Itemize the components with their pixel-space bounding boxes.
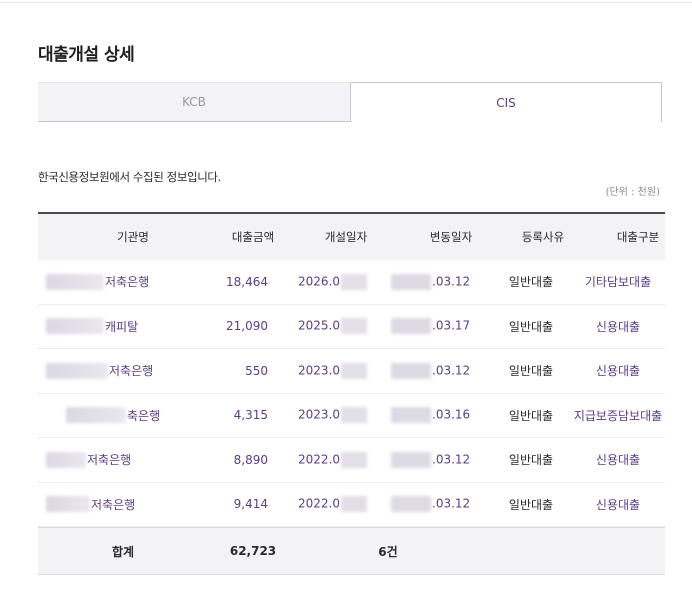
- open-date-text: 2022.0: [298, 496, 340, 511]
- cell-loan-type: 신용대출: [595, 453, 641, 468]
- header-loan-type: 대출구분: [616, 230, 660, 244]
- cell-open-date: 2022.0: [298, 451, 398, 468]
- cell-loan-type: 신용대출: [595, 319, 641, 334]
- cell-amount: 18,464: [226, 274, 268, 289]
- cell-amount: 21,090: [226, 319, 268, 334]
- open-date-text: 2026.0: [298, 274, 340, 289]
- redacted-block: [66, 407, 126, 424]
- tab-cis[interactable]: CIS: [350, 82, 662, 122]
- open-date-text: 2025.0: [298, 318, 340, 333]
- info-text: 한국신용정보원에서 수집된 정보입니다.: [38, 170, 221, 184]
- cell-loan-type: 기타담보대출: [584, 275, 652, 290]
- institution-name: 축은행: [127, 408, 161, 423]
- cell-reason: 일반대출: [508, 319, 554, 334]
- change-date-text: .03.16: [432, 407, 471, 422]
- table-row: 저축은행 18,464 2026.0 .03.12 일반대출 기타담보대출: [38, 260, 665, 305]
- unit-text: (단위 : 천원): [605, 187, 660, 198]
- table-row: 축은행 4,315 2023.0 .03.16 일반대출 지급보증담보대출: [38, 394, 665, 438]
- cell-loan-type: 지급보증담보대출: [573, 408, 663, 423]
- change-date-text: .03.12: [432, 452, 471, 467]
- redacted-block: [341, 318, 367, 335]
- redacted-block: [341, 407, 367, 424]
- table-row: 저축은행 8,890 2022.0 .03.12 일반대출 신용대출: [38, 438, 665, 483]
- cell-open-date: 2026.0: [298, 273, 398, 290]
- change-date-text: .03.12: [432, 496, 471, 511]
- redacted-block: [391, 273, 431, 290]
- cell-reason: 일반대출: [508, 275, 554, 290]
- cell-loan-type: 신용대출: [595, 497, 641, 512]
- institution-name: 저축은행: [91, 497, 136, 512]
- open-date-text: 2023.0: [298, 363, 340, 378]
- institution-name: 저축은행: [105, 275, 150, 290]
- cell-amount: 4,315: [233, 408, 268, 423]
- change-date-text: .03.17: [432, 318, 471, 333]
- cell-reason: 일반대출: [508, 408, 554, 423]
- table-footer: 합계 62,723 6건: [38, 527, 665, 575]
- page-title: 대출개설 상세: [38, 45, 135, 65]
- table-row: 저축은행 550 2023.0 .03.12 일반대출 신용대출: [38, 349, 665, 394]
- redacted-block: [46, 273, 104, 290]
- loan-table: 기관명 대출금액 개설일자 변동일자 등록사유 대출구분 저축은행 18,464 2…: [38, 212, 665, 575]
- cell-reason: 일반대출: [508, 364, 554, 379]
- change-date-text: .03.12: [432, 274, 471, 289]
- cell-amount: 8,890: [233, 452, 268, 467]
- redacted-block: [46, 496, 90, 513]
- footer-total-amount: 62,723: [229, 544, 277, 558]
- cell-open-date: 2023.0: [298, 362, 398, 379]
- redacted-block: [46, 362, 108, 379]
- table-row: 저축은행 9,414 2022.0 .03.12 일반대출 신용대출: [38, 483, 665, 527]
- cell-reason: 일반대출: [508, 497, 554, 512]
- cell-open-date: 2025.0: [298, 318, 398, 335]
- cell-reason: 일반대출: [508, 453, 554, 468]
- change-date-text: .03.12: [432, 363, 471, 378]
- redacted-block: [341, 362, 367, 379]
- tab-kcb[interactable]: KCB: [38, 82, 350, 122]
- table-header: 기관명 대출금액 개설일자 변동일자 등록사유 대출구분: [38, 214, 665, 260]
- redacted-block: [46, 318, 104, 335]
- redacted-block: [391, 451, 431, 468]
- header-open-date: 개설일자: [324, 230, 368, 244]
- open-date-text: 2022.0: [298, 452, 340, 467]
- footer-count: 6건: [378, 544, 398, 559]
- redacted-block: [341, 273, 367, 290]
- cell-open-date: 2023.0: [298, 407, 398, 424]
- institution-name: 캐피탈: [105, 319, 139, 334]
- redacted-block: [341, 451, 367, 468]
- cell-loan-type: 신용대출: [595, 364, 641, 379]
- redacted-block: [341, 496, 367, 513]
- institution-name: 저축은행: [109, 364, 154, 379]
- footer-total-label: 합계: [111, 544, 135, 559]
- header-amount: 대출금액: [231, 230, 275, 244]
- cell-open-date: 2022.0: [298, 496, 398, 513]
- redacted-block: [46, 451, 86, 468]
- institution-name: 저축은행: [87, 453, 132, 468]
- open-date-text: 2023.0: [298, 407, 340, 422]
- redacted-block: [391, 407, 431, 424]
- redacted-block: [391, 496, 431, 513]
- top-divider: [0, 2, 692, 3]
- header-institution: 기관명: [117, 230, 149, 244]
- redacted-block: [391, 318, 431, 335]
- table-row: 캐피탈 21,090 2025.0 .03.17 일반대출 신용대출: [38, 305, 665, 349]
- cell-amount: 9,414: [233, 497, 268, 512]
- source-tabs: KCB CIS: [38, 82, 662, 122]
- cell-amount: 550: [245, 363, 268, 378]
- redacted-block: [391, 362, 431, 379]
